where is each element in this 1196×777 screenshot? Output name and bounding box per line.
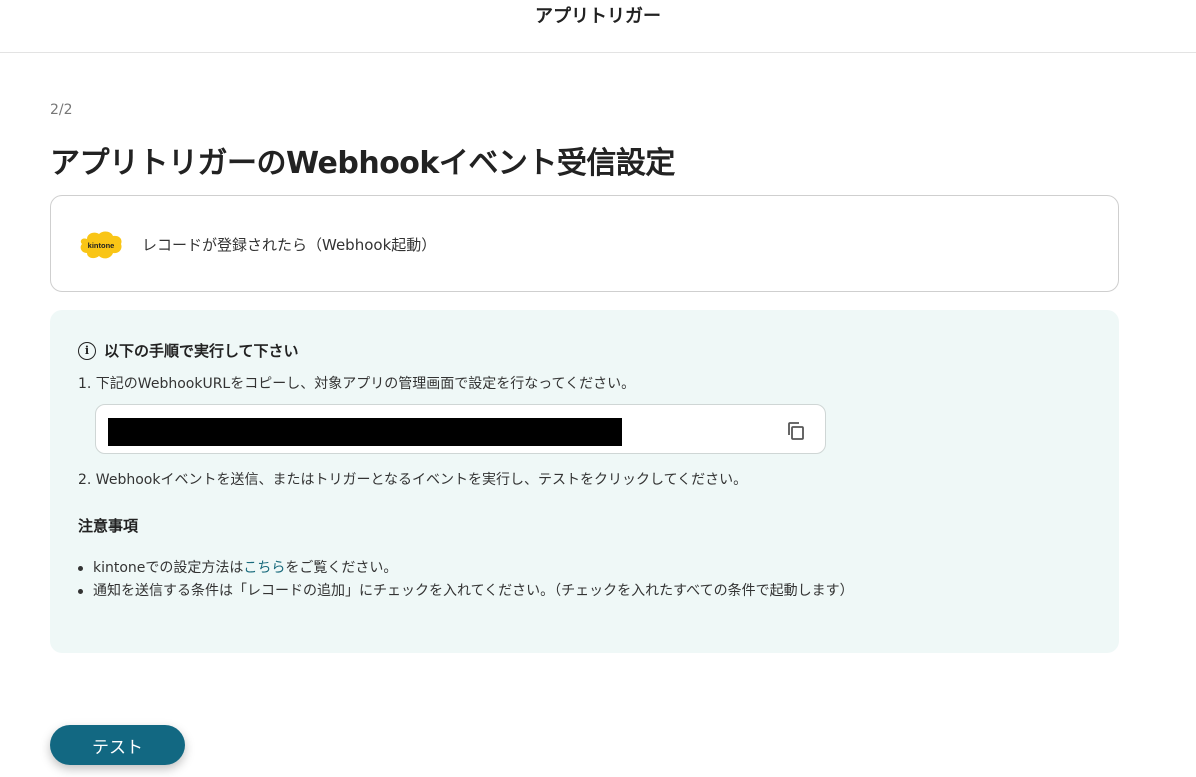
kintone-logo-text: kintone: [88, 241, 115, 250]
instructions-heading: i 以下の手順で実行して下さい: [78, 340, 299, 361]
copy-icon[interactable]: [786, 421, 806, 441]
list-item: 通知を送信する条件は「レコードの追加」にチェックを入れてください。（チェックを入…: [78, 581, 854, 604]
notes-heading: 注意事項: [78, 517, 139, 535]
test-button[interactable]: テスト: [50, 725, 185, 765]
instructions-panel: i 以下の手順で実行して下さい 1. 下記のWebhookURLをコピーし、対象…: [50, 310, 1119, 653]
kintone-setup-link[interactable]: こちら: [243, 560, 285, 576]
note-1-suffix: をご覧ください。: [285, 560, 398, 576]
header-title: アプリトリガー: [535, 6, 661, 27]
info-icon: i: [78, 341, 96, 360]
page-title: アプリトリガーのWebhookイベント受信設定: [50, 146, 675, 181]
trigger-card: kintone レコードが登録されたら（Webhook起動）: [50, 195, 1119, 292]
webhook-url-value: [108, 418, 622, 446]
notes-list: kintoneでの設定方法はこちらをご覧ください。 通知を送信する条件は「レコー…: [78, 558, 854, 604]
webhook-url-field[interactable]: [95, 404, 826, 454]
top-bar: アプリトリガー: [0, 0, 1196, 53]
note-1-prefix: kintoneでの設定方法は: [93, 560, 244, 576]
trigger-label: レコードが登録されたら（Webhook起動）: [142, 236, 437, 254]
list-item: kintoneでの設定方法はこちらをご覧ください。: [78, 558, 854, 581]
note-2-text: 通知を送信する条件は「レコードの追加」にチェックを入れてください。（チェックを入…: [93, 583, 854, 599]
instruction-step-2: 2. Webhookイベントを送信、またはトリガーとなるイベントを実行し、テスト…: [78, 472, 748, 488]
instruction-step-1: 1. 下記のWebhookURLをコピーし、対象アプリの管理画面で設定を行なって…: [78, 376, 636, 392]
kintone-logo: kintone: [80, 231, 122, 259]
instructions-heading-text: 以下の手順で実行して下さい: [104, 342, 299, 360]
step-indicator: 2/2: [50, 102, 73, 118]
